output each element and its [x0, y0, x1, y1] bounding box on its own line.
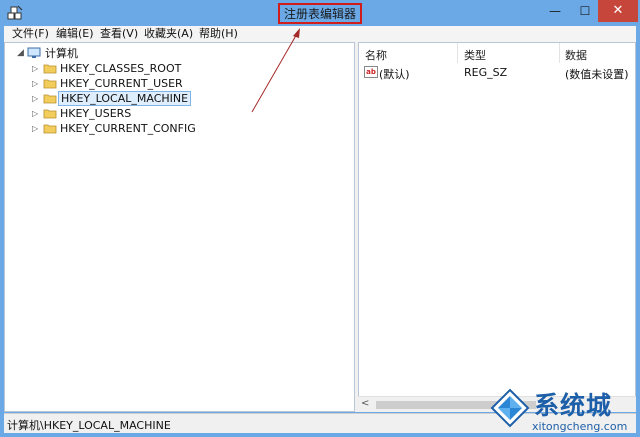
registry-tree: ◢ 计算机 ▷ HKEY_CLASSES_ROOT ▷ HKEY_CURRENT… — [4, 42, 355, 412]
expand-icon[interactable]: ▷ — [32, 65, 40, 73]
values-list: 名称 类型 数据 ab (默认) REG_SZ (数值未设置) — [358, 42, 636, 412]
tree-item-label: HKEY_CLASSES_ROOT — [60, 62, 182, 75]
list-item[interactable]: ab (默认) REG_SZ (数值未设置) — [359, 65, 635, 81]
string-value-icon: ab — [364, 66, 378, 78]
column-header-data[interactable]: 数据 — [565, 47, 587, 63]
folder-icon — [43, 64, 57, 74]
column-separator[interactable] — [559, 43, 560, 63]
menu-view[interactable]: 查看(V) — [100, 27, 138, 41]
tree-item-label: HKEY_CURRENT_CONFIG — [60, 122, 196, 135]
menu-bar: 文件(F) 编辑(E) 查看(V) 收藏夹(A) 帮助(H) — [4, 26, 636, 42]
expand-icon[interactable]: ▷ — [32, 110, 40, 118]
value-data: (数值未设置) — [565, 68, 629, 81]
status-path: 计算机\HKEY_LOCAL_MACHINE — [7, 419, 171, 432]
expand-icon[interactable]: ▷ — [32, 80, 40, 88]
watermark-brand: 系统城 — [534, 391, 613, 420]
watermark: 系统城 xitongcheng.com — [488, 382, 638, 437]
tree-item-label: HKEY_CURRENT_USER — [60, 77, 183, 90]
folder-icon — [43, 109, 57, 119]
value-name: (默认) — [379, 68, 410, 81]
tree-root-label: 计算机 — [45, 47, 78, 60]
tree-item-label: HKEY_USERS — [60, 107, 132, 120]
maximize-button[interactable]: ☐ — [570, 0, 600, 22]
value-type: REG_SZ — [464, 66, 508, 79]
folder-icon — [43, 94, 57, 104]
menu-help[interactable]: 帮助(H) — [199, 27, 238, 41]
menu-file[interactable]: 文件(F) — [12, 27, 49, 41]
column-separator[interactable] — [457, 43, 458, 63]
window-title: 注册表编辑器 — [278, 3, 363, 24]
folder-icon — [43, 79, 57, 89]
watermark-url: xitongcheng.com — [532, 420, 628, 433]
registry-editor-icon — [7, 5, 23, 20]
brand-logo-icon — [490, 388, 530, 428]
menu-edit[interactable]: 编辑(E) — [56, 27, 94, 41]
tree-item-label-selected: HKEY_LOCAL_MACHINE — [58, 91, 192, 106]
minimize-button[interactable]: — — [540, 0, 570, 22]
expand-icon[interactable]: ▷ — [32, 95, 40, 103]
registry-editor-window: 注册表编辑器 — ☐ ✕ 文件(F) 编辑(E) 查看(V) 收藏夹(A) 帮助… — [0, 0, 640, 437]
column-header-name[interactable]: 名称 — [365, 47, 387, 63]
menu-favorites[interactable]: 收藏夹(A) — [144, 27, 193, 41]
close-button[interactable]: ✕ — [598, 0, 638, 22]
column-header-type[interactable]: 类型 — [464, 47, 486, 63]
folder-icon — [43, 124, 57, 134]
expand-icon[interactable]: ▷ — [32, 125, 40, 133]
collapse-icon[interactable]: ◢ — [17, 49, 25, 58]
computer-icon — [27, 47, 41, 58]
scroll-left-icon[interactable]: < — [361, 398, 369, 409]
title-bar[interactable]: 注册表编辑器 — ☐ ✕ — [0, 0, 640, 26]
